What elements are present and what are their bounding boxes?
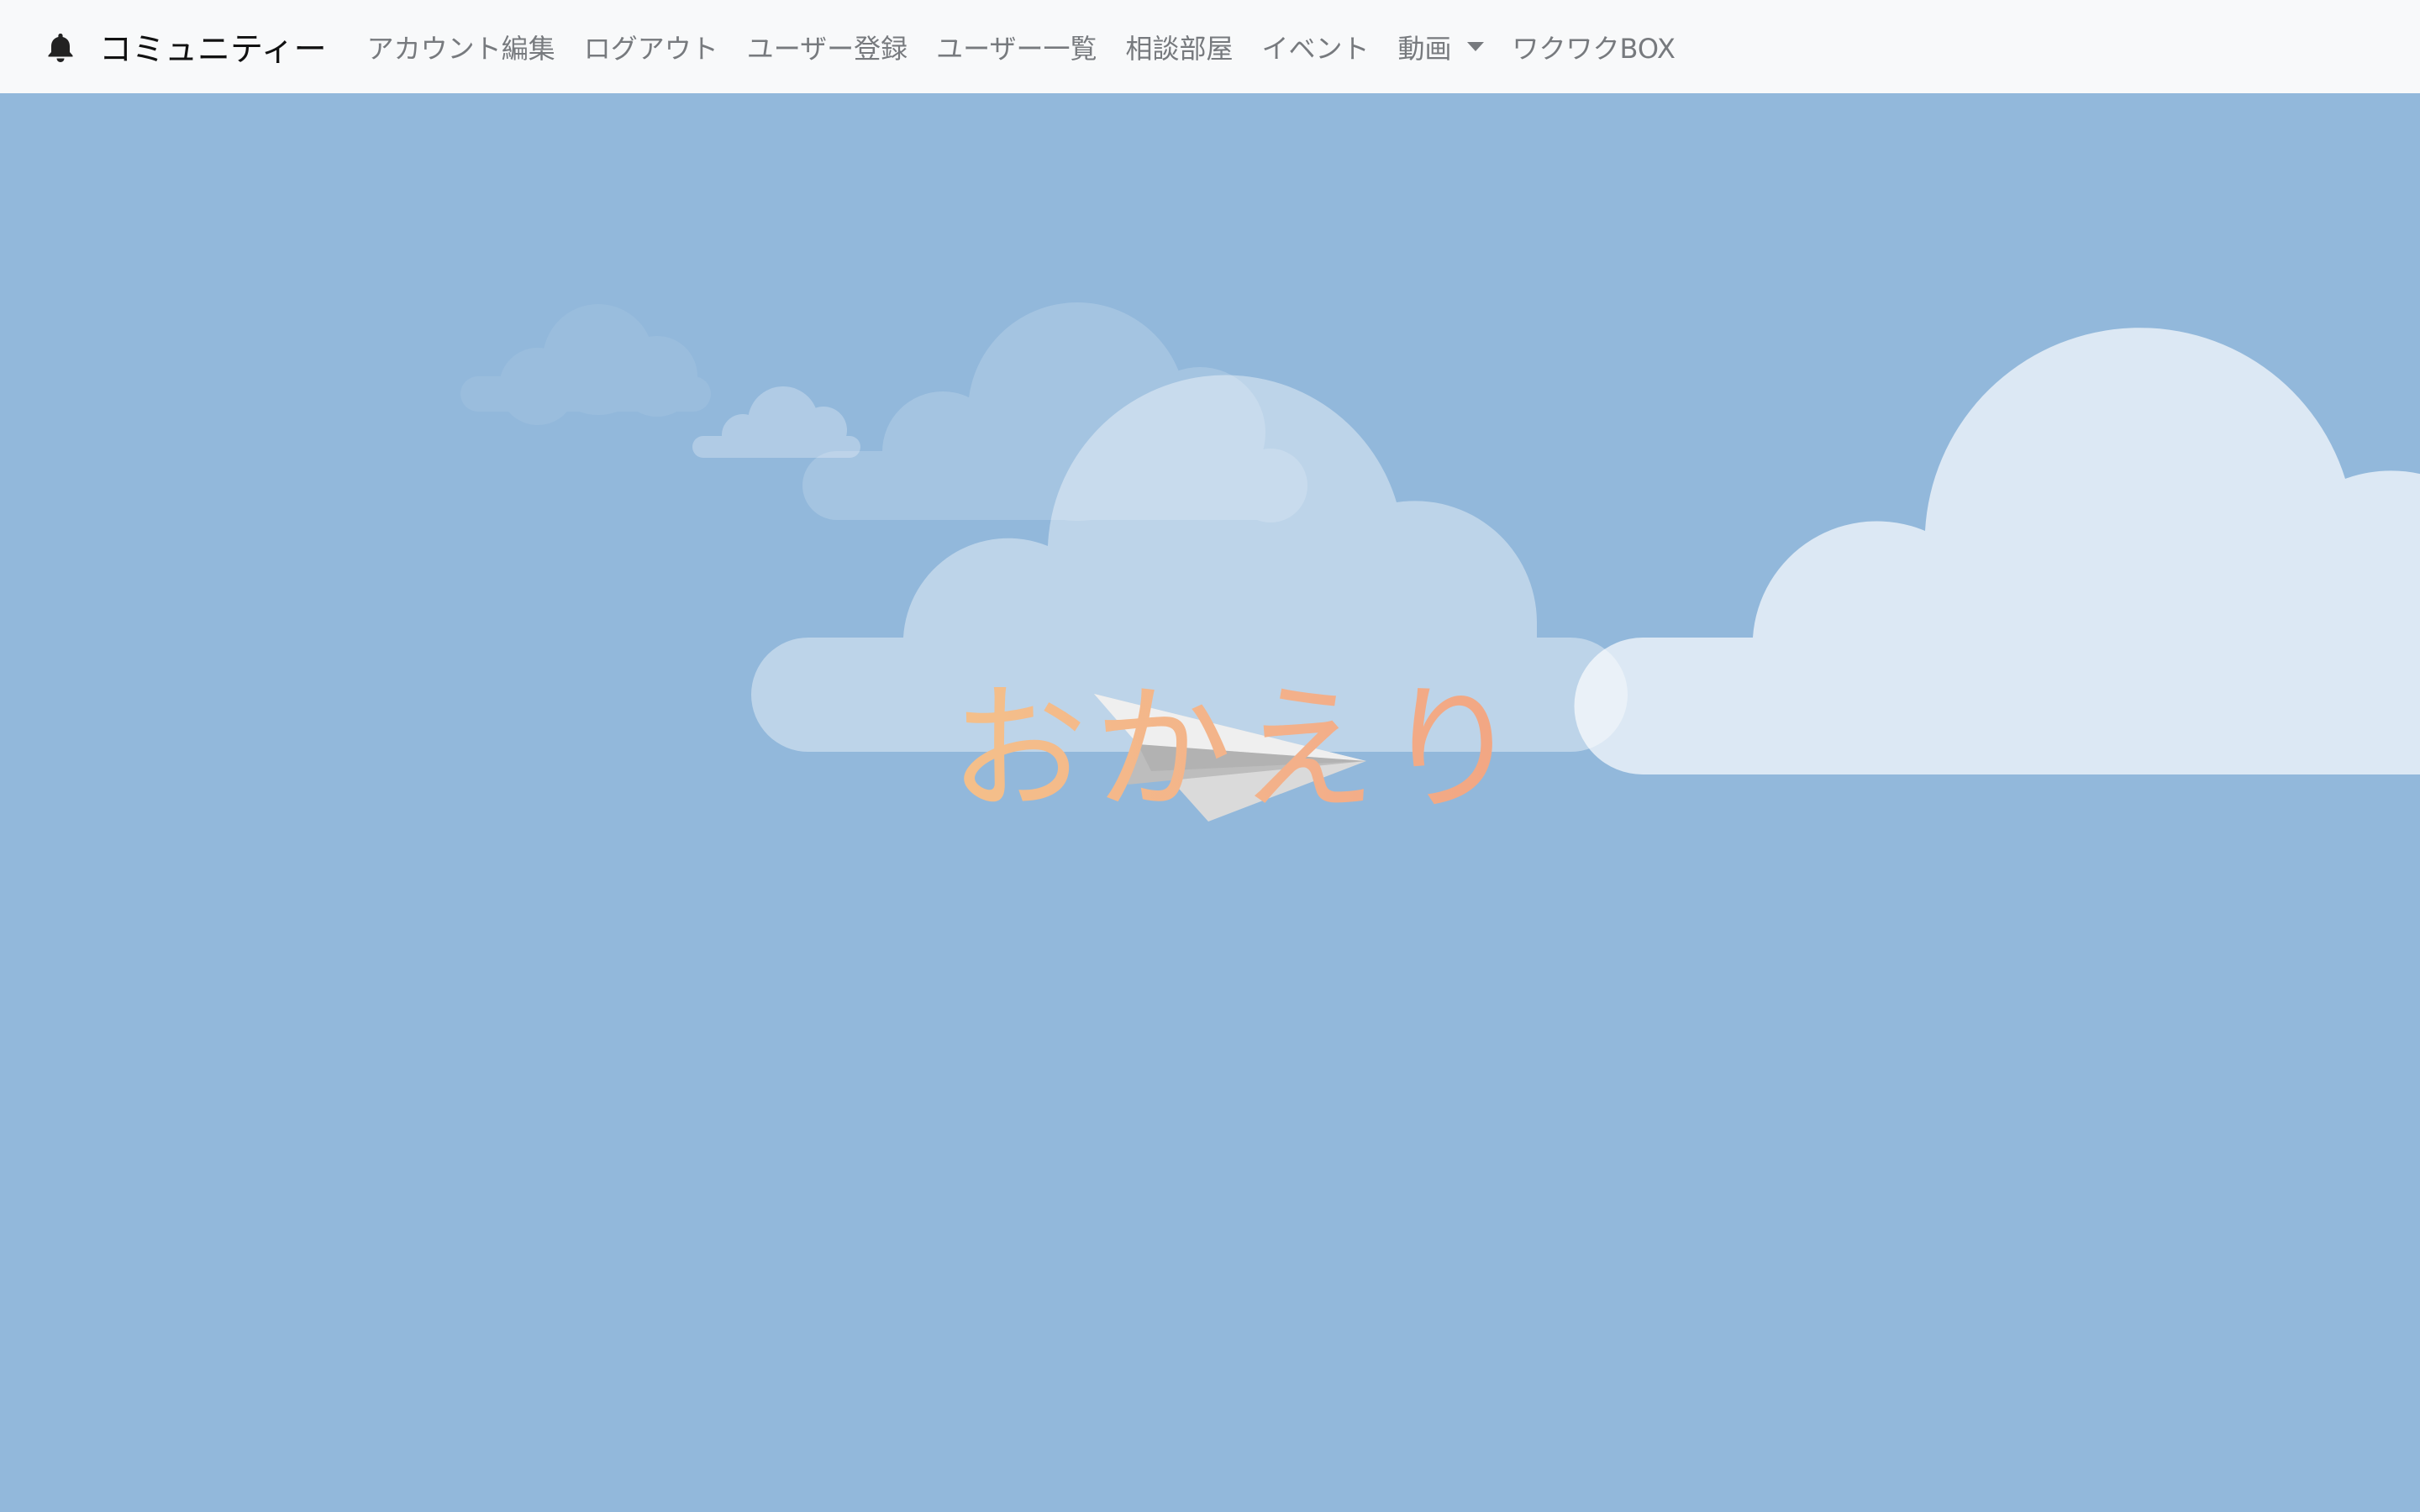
brand-title: コミュニティー xyxy=(99,30,327,69)
nav-item-event[interactable]: イベント xyxy=(1261,28,1369,66)
nav-item-video-label: 動画 xyxy=(1397,32,1452,65)
brand-link[interactable]: コミュニティー xyxy=(44,24,327,71)
top-navbar: コミュニティー アカウント編集 ログアウト ユーザー登録 ユーザー一覧 相談部屋… xyxy=(0,0,2420,93)
hero-sky: おかえり xyxy=(0,93,2420,1512)
nav-item-account-edit[interactable]: アカウント編集 xyxy=(367,28,555,66)
nav-item-wakuwaku-box[interactable]: ワクワクBOX xyxy=(1512,28,1676,66)
nav-item-user-list[interactable]: ユーザー一覧 xyxy=(936,28,1097,66)
nav-menu: アカウント編集 ログアウト ユーザー登録 ユーザー一覧 相談部屋 イベント 動画… xyxy=(367,28,1704,66)
nav-item-consultation-room[interactable]: 相談部屋 xyxy=(1125,28,1233,66)
cloud-right xyxy=(1574,328,2420,774)
welcome-heading: おかえり xyxy=(950,669,1528,830)
nav-item-user-register[interactable]: ユーザー登録 xyxy=(747,28,908,66)
bell-icon xyxy=(44,30,77,64)
nav-item-video-dropdown[interactable]: 動画 xyxy=(1397,28,1484,66)
nav-item-logout[interactable]: ログアウト xyxy=(584,28,718,66)
cloud-far-left xyxy=(460,304,711,425)
cloud-small xyxy=(692,386,860,458)
caret-down-icon xyxy=(1466,42,1484,51)
